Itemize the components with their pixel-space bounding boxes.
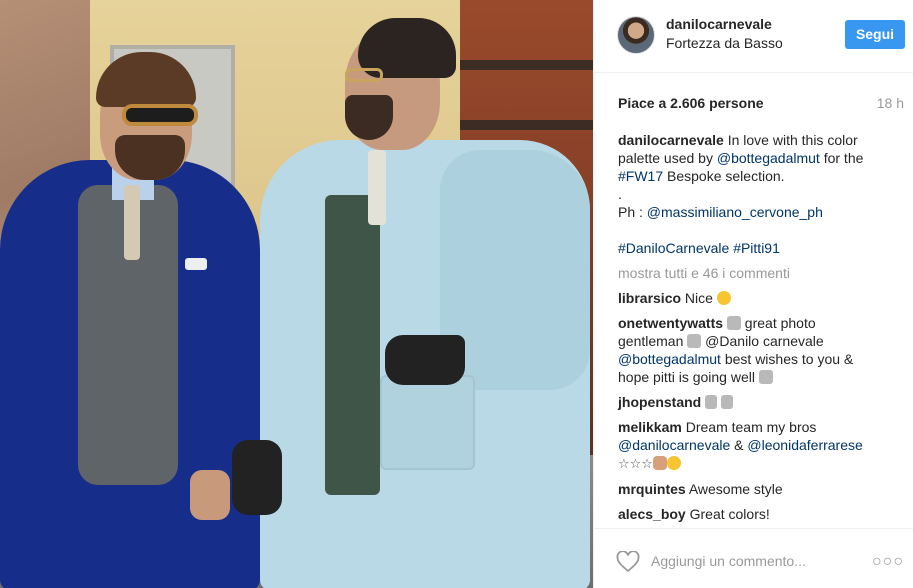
post-photo[interactable] bbox=[0, 0, 593, 588]
comment-text: @Danilo carnevale bbox=[701, 333, 824, 349]
comment-text: Nice bbox=[684, 290, 713, 306]
man-right-tie bbox=[368, 150, 386, 225]
smile-emoji-icon bbox=[716, 291, 731, 305]
leather-glove bbox=[385, 335, 465, 385]
add-comment-input[interactable]: Aggiungi un commento... bbox=[651, 553, 806, 569]
likes-count[interactable]: Piace a 2.606 persone bbox=[618, 95, 764, 111]
caption-text: for the bbox=[819, 150, 864, 166]
comment-text: & bbox=[730, 437, 748, 453]
star-emojis: ☆☆☆ bbox=[618, 456, 653, 471]
mention-link[interactable]: @leonidaferrarese bbox=[747, 437, 862, 453]
post-time[interactable]: 18 h bbox=[877, 95, 904, 111]
avatar[interactable] bbox=[617, 16, 655, 54]
username-link[interactable]: danilocarnevale bbox=[666, 16, 772, 32]
man-left-hand bbox=[190, 470, 230, 520]
comment: alecs_boy Great colors! bbox=[618, 505, 900, 523]
hashtag-link[interactable]: #DaniloCarnevale bbox=[618, 240, 729, 256]
mention-link[interactable]: @bottegadalmut bbox=[717, 150, 820, 166]
comment-text: Dream team my bros bbox=[685, 419, 817, 435]
comment: mrquintes Awesome style bbox=[618, 480, 900, 498]
comment: onetwentywatts great photo gentleman @Da… bbox=[618, 314, 900, 386]
comment-text: Great colors! bbox=[689, 506, 770, 522]
hand-emoji-icon bbox=[705, 395, 718, 409]
comments-list: danilocarnevale In love with this color … bbox=[618, 131, 900, 530]
comment-username[interactable]: jhopenstand bbox=[618, 394, 701, 410]
hashtag-link[interactable]: #Pitti91 bbox=[733, 240, 780, 256]
post-header: danilocarnevale Fortezza da Basso Segui bbox=[594, 0, 913, 73]
person-emoji-icon bbox=[687, 334, 702, 348]
comment: librarsico Nice bbox=[618, 289, 900, 307]
caption-text: Bespoke selection. bbox=[663, 168, 785, 184]
post-sidebar: danilocarnevale Fortezza da Basso Segui … bbox=[593, 0, 913, 588]
hand-emoji-icon bbox=[721, 395, 734, 409]
mention-link[interactable]: @danilocarnevale bbox=[618, 437, 730, 453]
comment-text: great photo bbox=[740, 315, 816, 331]
clap-emoji-icon bbox=[652, 456, 667, 470]
person-emoji-icon bbox=[758, 370, 773, 384]
comment-username[interactable]: melikkam bbox=[618, 419, 682, 435]
comment-text: best wishes to you & bbox=[720, 351, 854, 367]
man-left-tie bbox=[124, 185, 140, 260]
comment-username[interactable]: librarsico bbox=[618, 290, 681, 306]
comment-username[interactable]: mrquintes bbox=[618, 481, 686, 497]
location-link[interactable]: Fortezza da Basso bbox=[666, 35, 783, 51]
comment: melikkam Dream team my bros @danilocarne… bbox=[618, 418, 900, 473]
comment: jhopenstand bbox=[618, 393, 900, 411]
man-left-sunglasses bbox=[122, 104, 198, 126]
mention-link[interactable]: @massimiliano_cervone_ph bbox=[647, 204, 823, 220]
comment-text: hope pitti is going well bbox=[618, 369, 759, 385]
leather-glove bbox=[232, 440, 282, 515]
caption-text: palette used by bbox=[618, 150, 717, 166]
door-bar bbox=[460, 120, 593, 130]
heart-icon[interactable] bbox=[616, 551, 640, 573]
smile-emoji-icon bbox=[666, 456, 681, 470]
comment-text: gentleman bbox=[618, 333, 688, 349]
hand-emoji-icon bbox=[726, 316, 741, 330]
follow-button[interactable]: Segui bbox=[845, 20, 905, 49]
post-footer: Aggiungi un commento... ○○○ bbox=[594, 528, 913, 588]
caption-text: In love with this color bbox=[727, 132, 858, 148]
hashtag-link[interactable]: #FW17 bbox=[618, 168, 663, 184]
show-all-comments[interactable]: mostra tutti e 46 i commenti bbox=[618, 264, 900, 282]
caption-dot: . bbox=[618, 186, 622, 202]
comment-username[interactable]: alecs_boy bbox=[618, 506, 686, 522]
caption-text: Ph : bbox=[618, 204, 647, 220]
comment-username[interactable]: onetwentywatts bbox=[618, 315, 723, 331]
caption: danilocarnevale In love with this color … bbox=[618, 131, 900, 257]
door-bar bbox=[460, 60, 593, 70]
man-right-green-suit bbox=[325, 195, 380, 495]
comment-text: Awesome style bbox=[688, 481, 783, 497]
pocket-square bbox=[185, 258, 207, 270]
coat-pocket bbox=[380, 375, 475, 470]
man-right-glasses bbox=[345, 68, 383, 82]
caption-username[interactable]: danilocarnevale bbox=[618, 132, 724, 148]
more-options-icon[interactable]: ○○○ bbox=[872, 553, 904, 571]
mention-link[interactable]: @bottegadalmut bbox=[618, 351, 721, 367]
